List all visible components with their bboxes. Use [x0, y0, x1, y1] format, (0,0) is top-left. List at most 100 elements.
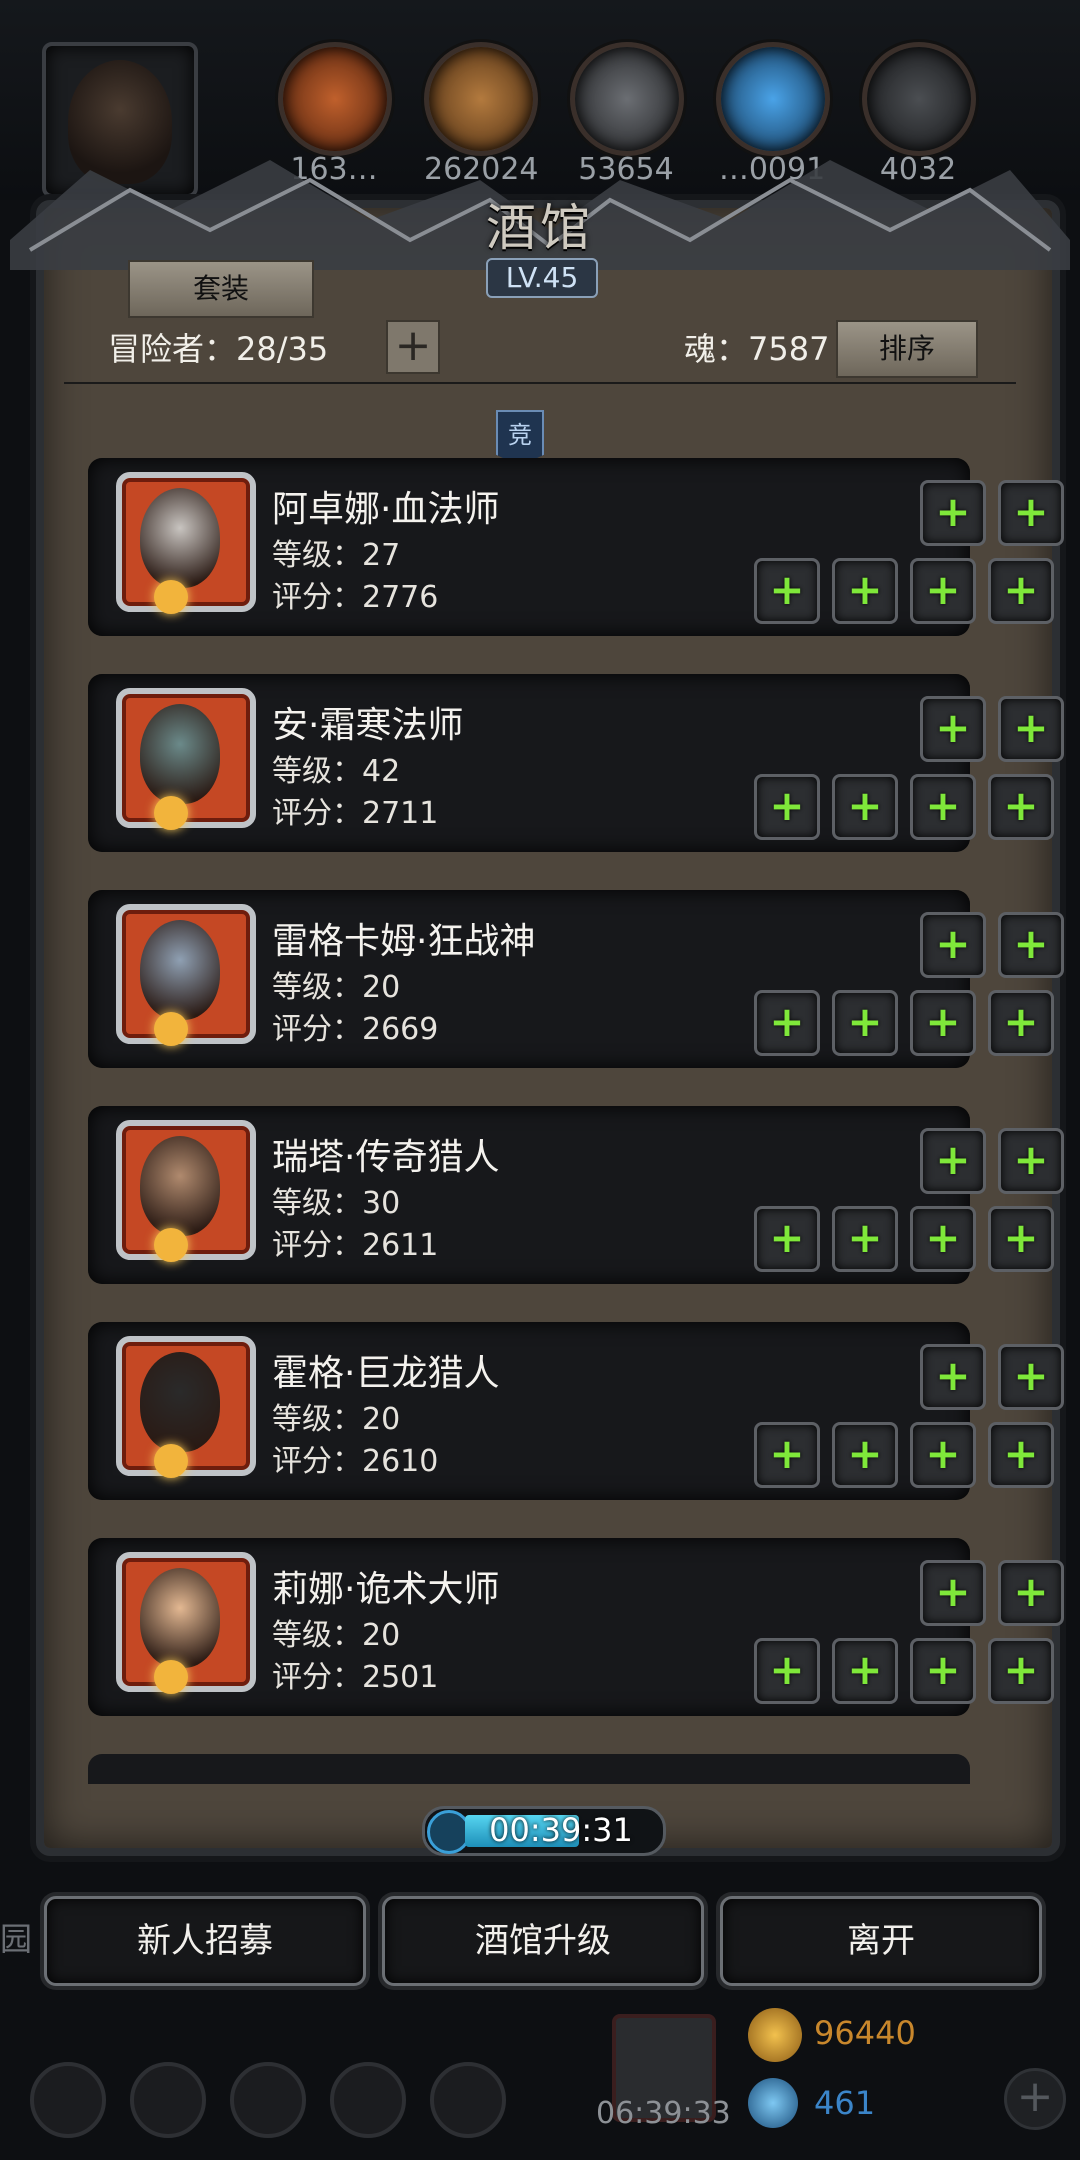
resource-bar: 163… 262024 53654 …0091 4032: [0, 0, 1080, 200]
ring-slot-button[interactable]: +: [910, 774, 976, 840]
resource-crystal-value: …0091: [718, 152, 826, 187]
hero-card[interactable]: 霍格·巨龙猎人 等级：20 评分：2610 + + + + + +: [88, 1322, 1064, 1500]
weapon-slot-button[interactable]: +: [754, 990, 820, 1056]
armor-slot-button[interactable]: +: [920, 1560, 986, 1626]
add-equipment-icon: +: [925, 565, 961, 614]
hero-card[interactable]: 瑞塔·传奇猎人 等级：30 评分：2611 + + + + + +: [88, 1106, 1064, 1284]
player-avatar[interactable]: [42, 42, 198, 198]
hero-name: 霍格·巨龙猎人: [272, 1353, 500, 1394]
hero-face: [140, 920, 220, 1020]
chest-slot-button[interactable]: +: [832, 1206, 898, 1272]
resource-ore[interactable]: 4032: [862, 42, 976, 187]
soul-count: 魂：7587: [684, 330, 830, 368]
weapon-slot-button[interactable]: +: [754, 774, 820, 840]
chest-slot-button[interactable]: +: [832, 990, 898, 1056]
chest-slot-button[interactable]: +: [832, 1422, 898, 1488]
recruit-button[interactable]: 新人招募: [44, 1896, 366, 1986]
achievement-icon[interactable]: [130, 2062, 206, 2138]
hero-level: 等级：30: [272, 1186, 401, 1221]
meat-resource-icon: [278, 42, 392, 156]
armor-slot-button[interactable]: +: [998, 912, 1064, 978]
hero-card-partial[interactable]: [88, 1754, 970, 1784]
resource-crystal[interactable]: …0091: [716, 42, 830, 187]
side-menu-text[interactable]: 园: [0, 1914, 32, 1960]
ring-slot-button[interactable]: +: [910, 990, 976, 1056]
hero-score: 评分：2610: [272, 1444, 439, 1479]
amulet-slot-button[interactable]: +: [988, 990, 1054, 1056]
armor-slot-button[interactable]: +: [998, 480, 1064, 546]
ring-slot-button[interactable]: +: [910, 1638, 976, 1704]
add-equipment-icon: +: [935, 487, 971, 536]
resource-wood-value: 262024: [424, 152, 539, 187]
armor-slot-button[interactable]: +: [920, 480, 986, 546]
timer-text: 00:39:31: [489, 1811, 633, 1849]
adventurer-count: 冒险者：28/35: [108, 330, 329, 368]
amulet-slot-button[interactable]: +: [988, 774, 1054, 840]
resource-wood[interactable]: 262024: [424, 42, 539, 187]
hero-score: 评分：2711: [272, 796, 439, 831]
chest-slot-button[interactable]: +: [832, 1638, 898, 1704]
armor-slot-button[interactable]: +: [998, 696, 1064, 762]
ore-resource-icon: [862, 42, 976, 156]
ring-slot-button[interactable]: +: [910, 1422, 976, 1488]
weapon-slot-button[interactable]: +: [754, 1206, 820, 1272]
add-equipment-icon: +: [847, 1645, 883, 1694]
settings-gear-icon[interactable]: [30, 2062, 106, 2138]
hero-face: [140, 1568, 220, 1668]
chest-slot-button[interactable]: +: [832, 558, 898, 624]
hero-card[interactable]: 莉娜·诡术大师 等级：20 评分：2501 + + + + + +: [88, 1538, 1064, 1716]
add-currency-button[interactable]: +: [1004, 2068, 1066, 2130]
avatar-portrait: [68, 60, 172, 184]
amulet-slot-button[interactable]: +: [988, 558, 1054, 624]
tavern-refresh-timer: 00:39:31: [422, 1806, 666, 1856]
armor-slot-button[interactable]: +: [920, 912, 986, 978]
hero-level: 等级：27: [272, 538, 401, 573]
alliance-icon[interactable]: [430, 2062, 506, 2138]
resource-meat[interactable]: 163…: [278, 42, 392, 187]
mail-icon[interactable]: [330, 2062, 406, 2138]
add-equipment-icon: +: [925, 1429, 961, 1478]
set-button[interactable]: 套装: [128, 260, 314, 318]
leave-button[interactable]: 离开: [720, 1896, 1042, 1986]
hero-face: [140, 1136, 220, 1236]
resource-meat-value: 163…: [290, 152, 378, 187]
armor-slot-button[interactable]: +: [920, 1128, 986, 1194]
chest-slot-button[interactable]: +: [832, 774, 898, 840]
weapon-slot-button[interactable]: +: [754, 1422, 820, 1488]
amulet-slot-button[interactable]: +: [988, 1422, 1054, 1488]
hero-card[interactable]: 阿卓娜·血法师 等级：27 评分：2776 + + + + + +: [88, 458, 1064, 636]
add-equipment-icon: +: [935, 1567, 971, 1616]
hero-card[interactable]: 安·霜寒法师 等级：42 评分：2711 + + + + + +: [88, 674, 1064, 852]
armor-slot-button[interactable]: +: [998, 1560, 1064, 1626]
gem-icon: [748, 2078, 798, 2128]
gold-amount: 96440: [814, 2014, 916, 2052]
add-equipment-icon: +: [1013, 487, 1049, 536]
add-equipment-icon: +: [1013, 703, 1049, 752]
upgrade-tavern-button[interactable]: 酒馆升级: [382, 1896, 704, 1986]
weapon-slot-button[interactable]: +: [754, 558, 820, 624]
add-adventurer-slot-button[interactable]: +: [386, 320, 440, 374]
add-equipment-icon: +: [1003, 781, 1039, 830]
resource-iron[interactable]: 53654: [570, 42, 684, 187]
armor-slot-button[interactable]: +: [920, 696, 986, 762]
weapon-slot-button[interactable]: +: [754, 1638, 820, 1704]
add-equipment-icon: +: [925, 1645, 961, 1694]
hero-score: 评分：2669: [272, 1012, 439, 1047]
armor-slot-button[interactable]: +: [998, 1344, 1064, 1410]
sort-button[interactable]: 排序: [836, 320, 978, 378]
armor-slot-button[interactable]: +: [998, 1128, 1064, 1194]
armor-slot-button[interactable]: +: [920, 1344, 986, 1410]
ranking-icon[interactable]: [230, 2062, 306, 2138]
hero-score: 评分：2776: [272, 580, 439, 615]
moon-rank-icon: [154, 1228, 188, 1262]
amulet-slot-button[interactable]: +: [988, 1206, 1054, 1272]
moon-rank-icon: [154, 1444, 188, 1478]
hero-card[interactable]: 雷格卡姆·狂战神 等级：20 评分：2669 + + + + + +: [88, 890, 1064, 1068]
resource-iron-value: 53654: [578, 152, 674, 187]
amulet-slot-button[interactable]: +: [988, 1638, 1054, 1704]
ring-slot-button[interactable]: +: [910, 558, 976, 624]
add-equipment-icon: +: [769, 997, 805, 1046]
hero-name: 雷格卡姆·狂战神: [272, 921, 536, 962]
ring-slot-button[interactable]: +: [910, 1206, 976, 1272]
add-equipment-icon: +: [847, 997, 883, 1046]
